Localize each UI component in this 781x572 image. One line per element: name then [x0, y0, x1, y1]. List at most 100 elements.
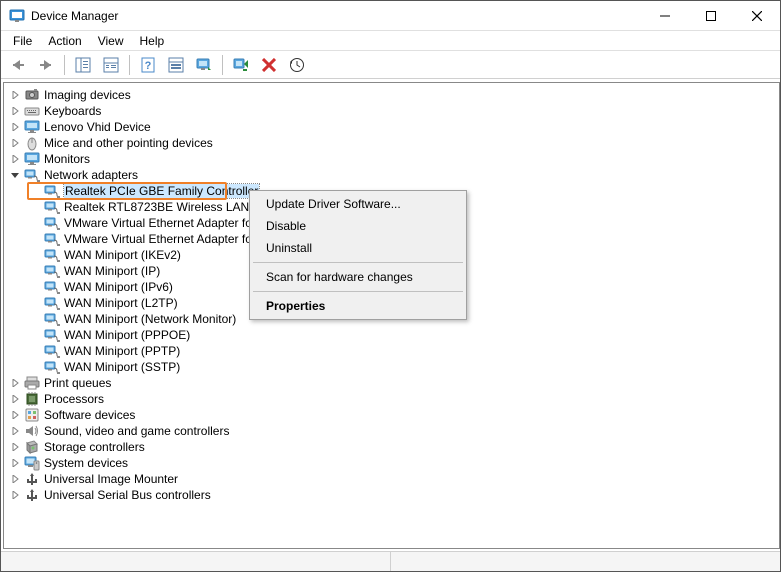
tree-item-label: WAN Miniport (Network Monitor) [64, 312, 236, 326]
network-icon [44, 327, 60, 343]
tree-item-label: Imaging devices [44, 88, 131, 102]
tree-device[interactable]: WAN Miniport (SSTP) [28, 359, 779, 375]
maximize-button[interactable] [688, 1, 734, 30]
ctx-separator [253, 262, 463, 263]
toolbar-separator [64, 55, 65, 75]
chevron-down-icon[interactable] [8, 168, 22, 182]
network-icon [44, 263, 60, 279]
network-icon [44, 311, 60, 327]
tree-category[interactable]: Print queues [8, 375, 779, 391]
minimize-button[interactable] [642, 1, 688, 30]
forward-button[interactable] [33, 53, 59, 77]
tree-device[interactable]: WAN Miniport (PPPOE) [28, 327, 779, 343]
tree-item-label: Sound, video and game controllers [44, 424, 229, 438]
tree-item-label: WAN Miniport (IKEv2) [64, 248, 181, 262]
ctx-uninstall[interactable]: Uninstall [252, 237, 464, 259]
menu-file[interactable]: File [5, 32, 40, 50]
show-hide-tree-button[interactable] [70, 53, 96, 77]
mouse-icon [24, 135, 40, 151]
tree-category[interactable]: Storage controllers [8, 439, 779, 455]
tree-item-label: Keyboards [44, 104, 101, 118]
tree-item-label: Mice and other pointing devices [44, 136, 213, 150]
printer-icon [24, 375, 40, 391]
tree-category[interactable]: Keyboards [8, 103, 779, 119]
status-cell [391, 552, 780, 571]
tree-item-label: WAN Miniport (SSTP) [64, 360, 180, 374]
app-icon [9, 8, 25, 24]
tree-category[interactable]: Lenovo Vhid Device [8, 119, 779, 135]
ctx-properties[interactable]: Properties [252, 295, 464, 317]
tree-category[interactable]: Universal Serial Bus controllers [8, 487, 779, 503]
toolbar-separator [222, 55, 223, 75]
chevron-right-icon[interactable] [8, 152, 22, 166]
chevron-right-icon[interactable] [8, 376, 22, 390]
chevron-right-icon[interactable] [8, 440, 22, 454]
chevron-right-icon[interactable] [8, 408, 22, 422]
tree-category[interactable]: Mice and other pointing devices [8, 135, 779, 151]
ctx-update-driver[interactable]: Update Driver Software... [252, 193, 464, 215]
tree-item-label: WAN Miniport (IPv6) [64, 280, 173, 294]
window-title: Device Manager [31, 9, 642, 23]
statusbar [1, 551, 780, 571]
uninstall-button[interactable] [256, 53, 282, 77]
tree-category[interactable]: System devices [8, 455, 779, 471]
ctx-scan-hardware[interactable]: Scan for hardware changes [252, 266, 464, 288]
tree-category[interactable]: Imaging devices [8, 87, 779, 103]
ctx-separator [253, 291, 463, 292]
menu-action[interactable]: Action [40, 32, 89, 50]
update-driver-button[interactable] [284, 53, 310, 77]
svg-text:?: ? [145, 60, 152, 72]
tree-item-label: WAN Miniport (IP) [64, 264, 160, 278]
chevron-right-icon[interactable] [8, 472, 22, 486]
menubar: File Action View Help [1, 31, 780, 51]
device-display-button[interactable] [191, 53, 217, 77]
tree-category[interactable]: Software devices [8, 407, 779, 423]
network-icon [44, 199, 60, 215]
chevron-right-icon[interactable] [8, 104, 22, 118]
network-icon [44, 183, 60, 199]
tree-category[interactable]: Processors [8, 391, 779, 407]
toolbar: ? [1, 51, 780, 79]
usb-icon [24, 471, 40, 487]
tree-item-label: Realtek PCIe GBE Family Controller [64, 184, 259, 198]
monitor-icon [24, 151, 40, 167]
menu-view[interactable]: View [90, 32, 132, 50]
back-button[interactable] [5, 53, 31, 77]
cpu-icon [24, 391, 40, 407]
software-icon [24, 407, 40, 423]
status-cell [1, 552, 391, 571]
ctx-disable[interactable]: Disable [252, 215, 464, 237]
tree-item-label: Lenovo Vhid Device [44, 120, 151, 134]
imaging-icon [24, 87, 40, 103]
chevron-right-icon[interactable] [8, 392, 22, 406]
chevron-right-icon[interactable] [8, 88, 22, 102]
tree-category[interactable]: Network adapters [8, 167, 779, 183]
monitor-icon [24, 119, 40, 135]
properties-toggle-button[interactable] [98, 53, 124, 77]
tree-device[interactable]: WAN Miniport (PPTP) [28, 343, 779, 359]
menu-help[interactable]: Help [132, 32, 173, 50]
chevron-right-icon[interactable] [8, 424, 22, 438]
chevron-right-icon[interactable] [8, 456, 22, 470]
help-button[interactable]: ? [135, 53, 161, 77]
tree-category[interactable]: Universal Image Mounter [8, 471, 779, 487]
chevron-right-icon[interactable] [8, 136, 22, 150]
tree-item-label: WAN Miniport (PPPOE) [64, 328, 190, 342]
network-icon [44, 279, 60, 295]
close-button[interactable] [734, 1, 780, 30]
content-area: Imaging devices Keyboards Lenovo Vhid Devi… [1, 79, 780, 551]
sound-icon [24, 423, 40, 439]
scan-hardware-button[interactable] [228, 53, 254, 77]
device-tree-pane[interactable]: Imaging devices Keyboards Lenovo Vhid Devi… [3, 82, 780, 549]
tree-item-label: WAN Miniport (PPTP) [64, 344, 180, 358]
tree-item-label: WAN Miniport (L2TP) [64, 296, 178, 310]
chevron-right-icon[interactable] [8, 120, 22, 134]
tree-item-label: Universal Serial Bus controllers [44, 488, 211, 502]
tree-item-label: System devices [44, 456, 128, 470]
chevron-right-icon[interactable] [8, 488, 22, 502]
network-icon [44, 231, 60, 247]
usb-icon [24, 487, 40, 503]
action-pane-button[interactable] [163, 53, 189, 77]
tree-category[interactable]: Sound, video and game controllers [8, 423, 779, 439]
tree-category[interactable]: Monitors [8, 151, 779, 167]
